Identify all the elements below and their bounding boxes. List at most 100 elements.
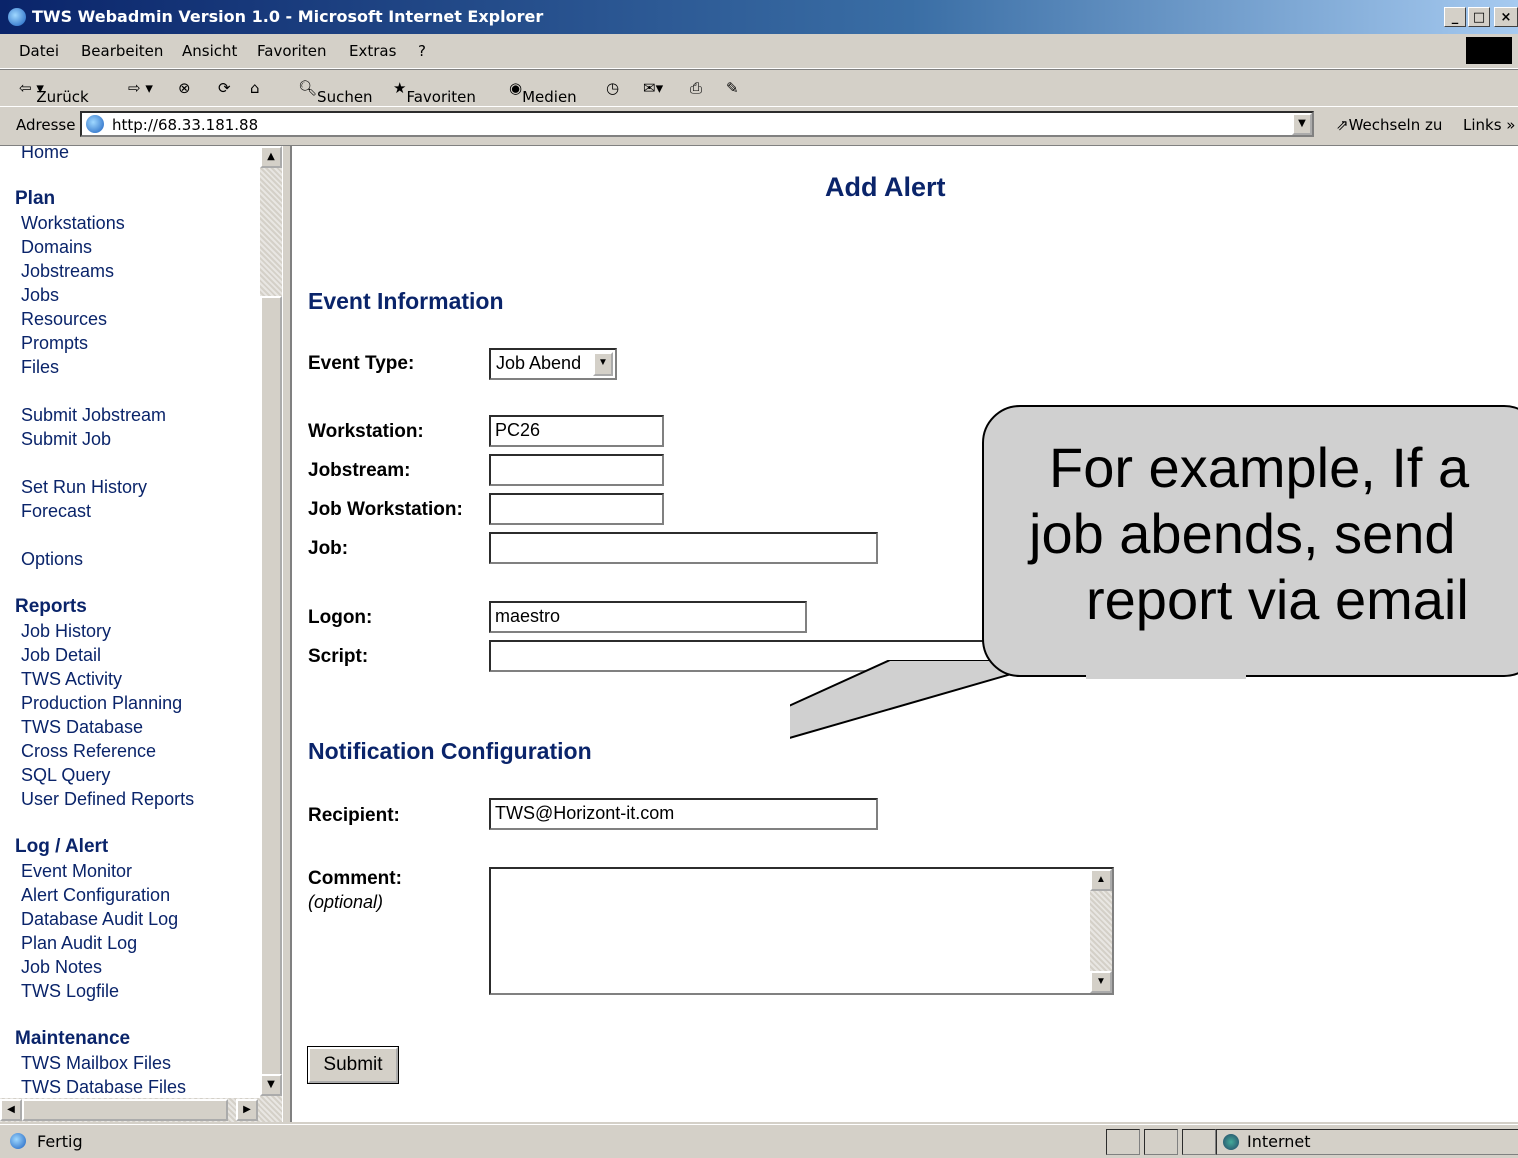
back-button[interactable]: ⇦ Zurück ▾ — [19, 79, 89, 106]
nav-resources[interactable]: Resources — [21, 309, 107, 330]
scroll-right-button[interactable]: ▶ — [236, 1099, 258, 1121]
nav-jobs[interactable]: Jobs — [21, 285, 59, 306]
scroll-down-button[interactable]: ▼ — [260, 1074, 282, 1096]
chevron-down-icon[interactable]: ▼ — [593, 352, 613, 376]
history-icon[interactable]: ◷ — [606, 79, 619, 97]
title-bar: TWS Webadmin Version 1.0 - Microsoft Int… — [0, 0, 1518, 34]
nav-database-audit-log[interactable]: Database Audit Log — [21, 909, 178, 930]
address-dropdown-button[interactable]: ▼ — [1292, 113, 1312, 135]
menu-bearbeiten[interactable]: Bearbeiten — [81, 42, 163, 60]
nav-forecast[interactable]: Forecast — [21, 501, 91, 522]
nav-prompts[interactable]: Prompts — [21, 333, 88, 354]
nav-options[interactable]: Options — [21, 549, 83, 570]
nav-domains[interactable]: Domains — [21, 237, 92, 258]
media-button[interactable]: ◉ Medien — [509, 79, 577, 106]
comment-hint: (optional) — [308, 892, 384, 912]
sidebar-horizontal-scrollbar[interactable]: ◀ ▶ — [0, 1098, 260, 1122]
sidebar-vertical-scrollbar[interactable]: ▲ ▼ — [260, 146, 282, 1122]
nav-cross-reference[interactable]: Cross Reference — [21, 741, 156, 762]
nav-tws-logfile[interactable]: TWS Logfile — [21, 981, 119, 1002]
address-field[interactable]: http://68.33.181.88 ▼ — [80, 111, 1314, 137]
event-type-value: Job Abend — [496, 353, 582, 373]
submit-button[interactable]: Submit — [307, 1046, 399, 1084]
recipient-input[interactable]: TWS@Horizont-it.com — [489, 798, 878, 830]
nav-tws-database[interactable]: TWS Database — [21, 717, 143, 738]
nav-home[interactable]: Home — [21, 146, 69, 163]
event-type-select[interactable]: Job Abend ▼ — [489, 348, 617, 380]
frame-divider[interactable] — [282, 146, 292, 1122]
links-button[interactable]: Links » — [1463, 116, 1515, 134]
menu-favoriten[interactable]: Favoriten — [257, 42, 326, 60]
job-workstation-input[interactable] — [489, 493, 664, 525]
workstation-input[interactable]: PC26 — [489, 415, 664, 447]
nav-files[interactable]: Files — [21, 357, 59, 378]
zone-pane: Internet — [1216, 1129, 1518, 1155]
nav-submit-jobstream[interactable]: Submit Jobstream — [21, 405, 166, 426]
nav-job-detail[interactable]: Job Detail — [21, 645, 101, 666]
callout-pointer-joint — [1086, 675, 1246, 679]
nav-alert-configuration[interactable]: Alert Configuration — [21, 885, 170, 906]
event-type-label: Event Type: — [308, 353, 415, 374]
nav-job-history[interactable]: Job History — [21, 621, 111, 642]
nav-jobstreams[interactable]: Jobstreams — [21, 261, 114, 282]
forward-button[interactable]: ⇨ ▾ — [128, 79, 153, 97]
nav-tws-database-files[interactable]: TWS Database Files — [21, 1077, 186, 1098]
job-label: Job: — [308, 538, 349, 559]
ie-logo-icon — [8, 8, 26, 26]
menu-help[interactable]: ? — [418, 42, 426, 60]
status-pane-2 — [1144, 1129, 1178, 1155]
nav-tws-mailbox-files[interactable]: TWS Mailbox Files — [21, 1053, 171, 1074]
favorites-button[interactable]: ★ Favoriten — [393, 79, 476, 106]
nav-workstations[interactable]: Workstations — [21, 213, 125, 234]
edit-icon[interactable]: ✎ — [726, 79, 739, 97]
section-notification-configuration: Notification Configuration — [308, 738, 592, 764]
nav-production-planning[interactable]: Production Planning — [21, 693, 182, 714]
maximize-button[interactable]: □ — [1468, 7, 1490, 27]
script-label: Script: — [308, 646, 369, 667]
nav-tws-activity[interactable]: TWS Activity — [21, 669, 122, 690]
menu-extras[interactable]: Extras — [349, 42, 396, 60]
status-bar: Fertig Internet — [0, 1124, 1518, 1158]
logon-input[interactable]: maestro — [489, 601, 807, 633]
status-pane-3 — [1182, 1129, 1216, 1155]
nav-user-defined-reports[interactable]: User Defined Reports — [21, 789, 194, 810]
refresh-icon[interactable]: ⟳ — [218, 79, 231, 97]
vertical-scroll-thumb[interactable] — [260, 296, 282, 1076]
scroll-up-button[interactable]: ▲ — [260, 146, 282, 168]
comment-textarea[interactable]: ▲ ▼ — [489, 867, 1114, 995]
search-label: Suchen — [317, 88, 373, 106]
horizontal-scroll-thumb[interactable] — [22, 1099, 228, 1121]
print-icon[interactable]: ⎙ — [690, 79, 702, 97]
recipient-label: Recipient: — [308, 805, 400, 826]
comment-scroll-down-button[interactable]: ▼ — [1090, 971, 1112, 993]
nav-submit-job[interactable]: Submit Job — [21, 429, 111, 450]
job-input[interactable] — [489, 532, 878, 564]
menu-datei[interactable]: Datei — [19, 42, 59, 60]
callout-line-1: For example, If a — [1049, 436, 1470, 499]
scroll-left-button[interactable]: ◀ — [0, 1099, 22, 1121]
comment-scroll-up-button[interactable]: ▲ — [1090, 869, 1112, 891]
menu-bar: Datei Bearbeiten Ansicht Favoriten Extra… — [0, 34, 1518, 69]
home-icon[interactable]: ⌂ — [250, 79, 260, 97]
nav-plan-audit-log[interactable]: Plan Audit Log — [21, 933, 137, 954]
jobstream-input[interactable] — [489, 454, 664, 486]
nav-event-monitor[interactable]: Event Monitor — [21, 861, 132, 882]
close-button[interactable]: × — [1494, 7, 1518, 27]
minimize-button[interactable]: _ — [1444, 7, 1466, 27]
back-label: Zurück — [36, 88, 89, 106]
nav-job-notes[interactable]: Job Notes — [21, 957, 102, 978]
page-title: Add Alert — [825, 172, 946, 202]
mail-icon[interactable]: ✉▾ — [643, 79, 663, 97]
status-text: Fertig — [37, 1132, 83, 1151]
nav-sql-query[interactable]: SQL Query — [21, 765, 110, 786]
search-button[interactable]: 🔍︎ Suchen — [298, 79, 373, 106]
stop-icon[interactable]: ⊗ — [178, 79, 191, 97]
status-pane-1 — [1106, 1129, 1140, 1155]
go-button[interactable]: ⇗Wechseln zu — [1336, 116, 1442, 134]
comment-scrollbar[interactable]: ▲ ▼ — [1090, 869, 1112, 993]
windows-logo-icon — [1466, 37, 1512, 64]
menu-ansicht[interactable]: Ansicht — [182, 42, 237, 60]
nav-heading-maintenance: Maintenance — [15, 1028, 131, 1049]
nav-set-run-history[interactable]: Set Run History — [21, 477, 147, 498]
media-label: Medien — [522, 88, 577, 106]
